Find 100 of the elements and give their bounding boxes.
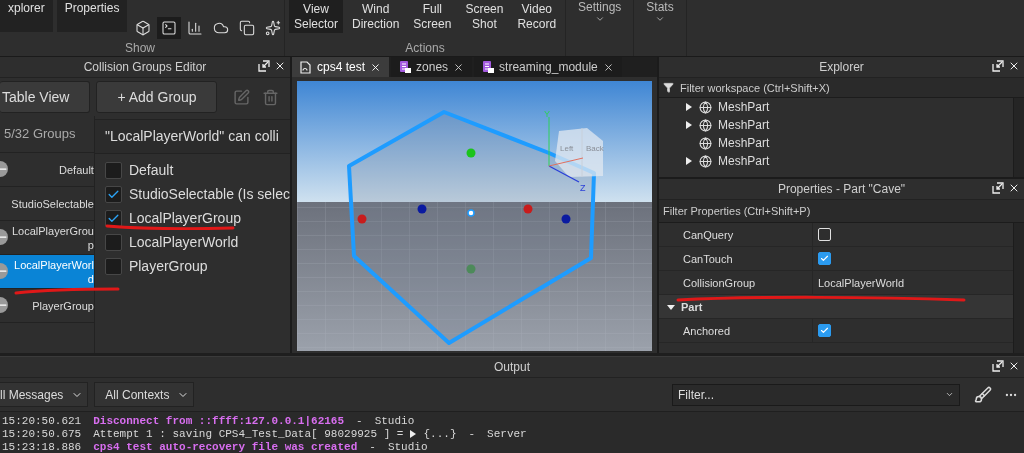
document-icon — [300, 60, 312, 74]
caret-icon — [655, 14, 666, 24]
filter-field[interactable]: Filter workspace (Ctrl+Shift+X) — [659, 78, 1024, 98]
panel-title: Explorer — [819, 60, 864, 74]
caret-icon — [945, 390, 954, 399]
tree-row[interactable]: MeshPart — [659, 134, 1013, 152]
group-list-item[interactable]: LocalPlayerWorld — [0, 255, 94, 289]
filter-field[interactable]: Filter... — [672, 383, 960, 406]
checkbox-label: Default — [128, 162, 174, 178]
group-name: StudioSelectable — [10, 196, 94, 211]
expand-arrow-icon[interactable] — [685, 103, 693, 111]
edit-icon[interactable] — [233, 88, 251, 106]
cube-face-label: Back — [586, 144, 604, 153]
point-marker — [357, 214, 367, 224]
point-marker — [417, 204, 427, 214]
filter-icon[interactable] — [663, 82, 674, 93]
panel-title: Properties - Part "Cave" — [777, 182, 906, 196]
ribbon-dropdown-button[interactable]: Stats — [638, 0, 682, 34]
category-label: Part — [681, 300, 703, 313]
axis-label: Z — [580, 183, 586, 193]
tab-label: cps4 test — [317, 60, 366, 74]
document-tab[interactable]: cps4 test — [292, 57, 390, 77]
ribbon-button[interactable]: Video Record — [512, 0, 562, 33]
checkbox-label: LocalPlayerGroup — [128, 210, 241, 226]
expand-arrow-icon[interactable] — [409, 430, 418, 438]
log-source: Studio — [387, 441, 428, 453]
ribbon-dropdown-button[interactable]: Settings — [570, 0, 630, 34]
property-name: Anchored — [659, 319, 813, 342]
tree-row[interactable]: MeshPart — [659, 116, 1013, 134]
ribbon-group-label: Show — [124, 41, 156, 56]
toolbar-button[interactable]: Table View — [0, 81, 91, 113]
axis-label: Y — [544, 109, 550, 119]
log-table[interactable]: {...} — [423, 428, 457, 440]
checkbox[interactable] — [104, 161, 122, 179]
ribbon-button[interactable]: Screen Shot — [460, 0, 509, 33]
undock-icon[interactable] — [992, 182, 1004, 194]
log-time: 15:20:50.675 — [2, 428, 82, 440]
check-icon — [820, 254, 829, 263]
undock-icon[interactable] — [258, 60, 270, 72]
delete-icon[interactable] — [262, 88, 280, 106]
undock-icon[interactable] — [992, 360, 1004, 372]
tree-item-label: MeshPart — [718, 118, 770, 132]
checkbox[interactable] — [104, 257, 122, 275]
log-message: cps4 test auto-recovery file was created — [93, 441, 358, 453]
ribbon-button[interactable]: Wind Direction — [347, 0, 405, 33]
cube-face-label: Left — [560, 144, 574, 153]
globe-icon — [699, 154, 712, 168]
checkbox[interactable] — [818, 324, 831, 337]
caret-icon — [594, 14, 605, 24]
close-icon[interactable] — [1008, 360, 1020, 372]
point-marker — [561, 214, 571, 224]
close-icon[interactable] — [1008, 60, 1020, 72]
checkbox[interactable] — [104, 233, 122, 251]
check-icon — [820, 326, 829, 335]
group-name: PlayerGroup — [31, 298, 94, 313]
expand-arrow-icon[interactable] — [685, 157, 693, 165]
context-filter-dropdown[interactable]: All Contexts — [94, 382, 195, 407]
point-marker — [466, 264, 476, 274]
undock-icon[interactable] — [992, 60, 1004, 72]
filter-placeholder: Filter Properties (Ctrl+Shift+P) — [663, 205, 811, 217]
panel-toggle-button[interactable]: xplorer — [0, 0, 53, 32]
checkbox-label: LocalPlayerWorld — [128, 234, 239, 250]
checkbox[interactable] — [818, 252, 831, 265]
group-name: LocalPlayerWorld — [13, 257, 94, 286]
ribbon-button[interactable]: Full Screen — [408, 0, 457, 33]
close-icon[interactable] — [453, 61, 465, 73]
ribbon-button[interactable]: View Selector — [289, 0, 343, 33]
tree-item-label: MeshPart — [718, 100, 770, 114]
point-marker — [466, 148, 476, 158]
log-separator: - — [468, 428, 476, 440]
checkbox[interactable] — [104, 185, 122, 203]
filter-field[interactable]: Filter Properties (Ctrl+Shift+P) — [659, 200, 1024, 223]
clear-icon[interactable] — [974, 385, 992, 404]
panel-title: Output — [494, 360, 530, 374]
checkbox-label: PlayerGroup — [128, 258, 208, 274]
group-name: Default — [58, 162, 94, 177]
terminal-icon[interactable] — [157, 17, 182, 39]
collapse-arrow-icon[interactable] — [667, 302, 675, 311]
tree-row[interactable]: MeshPart — [659, 98, 1013, 116]
point-marker — [523, 204, 533, 214]
scrollbar[interactable] — [1013, 223, 1024, 353]
property-name: CollisionGroup — [659, 271, 813, 294]
script-icon — [399, 61, 412, 73]
property-name: CanQuery — [659, 223, 813, 246]
close-icon[interactable] — [274, 60, 286, 72]
close-icon[interactable] — [602, 61, 614, 73]
message-filter-dropdown[interactable]: ll Messages — [0, 382, 89, 407]
close-icon[interactable] — [370, 61, 382, 73]
globe-icon — [699, 100, 712, 114]
log-source: Studio — [374, 415, 415, 427]
property-value[interactable]: LocalPlayerWorld — [818, 276, 904, 289]
script-icon — [482, 61, 495, 73]
tree-row[interactable]: MeshPart — [659, 152, 1013, 170]
expand-arrow-icon[interactable] — [685, 121, 693, 129]
globe-icon — [699, 118, 712, 132]
close-icon[interactable] — [1008, 182, 1020, 194]
panel-toggle-button[interactable]: Properties — [56, 0, 128, 32]
globe-icon — [699, 136, 712, 150]
property-name: CanTouch — [659, 247, 813, 270]
toolbar-button[interactable]: + Add Group — [96, 81, 218, 113]
